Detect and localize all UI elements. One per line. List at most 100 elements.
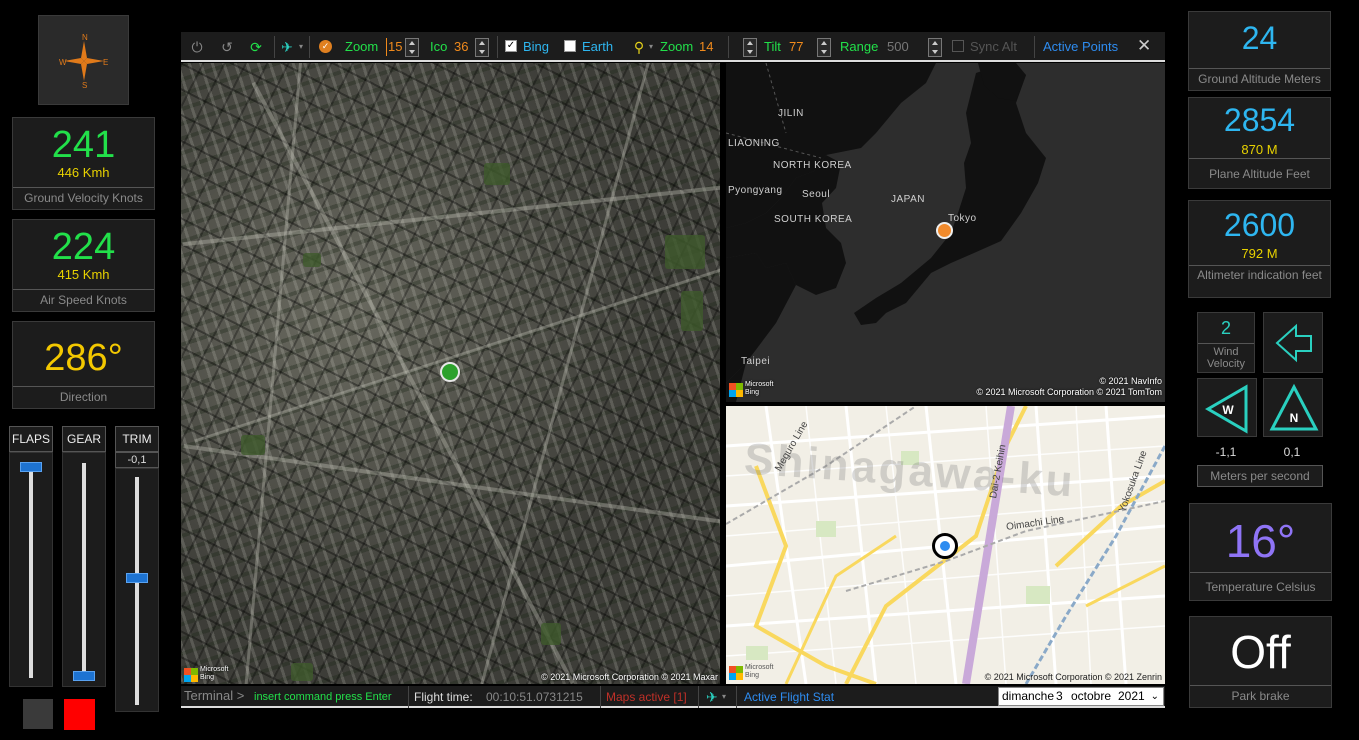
ground-altitude-label: Ground Altitude Meters	[1189, 68, 1330, 90]
ground-velocity-value: 241	[51, 124, 116, 166]
altimeter-value: 2600	[1223, 207, 1296, 243]
flaps-slider[interactable]	[9, 452, 53, 687]
park-brake-label: Park brake	[1190, 685, 1331, 707]
plane-altitude-gauge: 2854 870 M Plane Altitude Feet	[1188, 97, 1331, 189]
temperature-label: Temperature Celsius	[1190, 572, 1331, 600]
power-icon[interactable]: ⏻	[189, 39, 205, 55]
chevron-down-icon[interactable]: ▾	[643, 39, 659, 55]
wind-w-letter: W	[1222, 403, 1234, 417]
trim-label: TRIM	[115, 426, 159, 452]
air-speed-label: Air Speed Knots	[13, 289, 154, 311]
microsoft-logo	[729, 666, 743, 680]
trim-slider[interactable]	[115, 468, 159, 712]
zoom-spinner[interactable]	[405, 38, 419, 57]
zoom-value[interactable]: 15	[386, 38, 402, 56]
tilt-spinner[interactable]	[743, 38, 757, 57]
bing-checkbox[interactable]: ✓	[505, 40, 517, 52]
region-label-jilin: JILIN	[778, 108, 804, 119]
street-logo-text: Microsoft Bing	[745, 664, 774, 679]
trim-thumb[interactable]	[126, 573, 148, 583]
sync-alt-checkbox[interactable]	[952, 40, 964, 52]
current-position-marker[interactable]	[440, 362, 460, 382]
date-day: dimanche	[1002, 689, 1055, 703]
region-label-tokyo: Tokyo	[948, 213, 977, 224]
ico-spinner[interactable]	[475, 38, 489, 57]
air-speed-value: 224	[51, 226, 116, 268]
date-picker[interactable]: dimanche 3 octobre 2021 ⌄	[998, 687, 1164, 706]
wind-w-panel: W	[1197, 378, 1257, 437]
wind-w-arrow-icon: W	[1205, 384, 1248, 434]
check-icon[interactable]: ✓	[319, 40, 332, 53]
chevron-down-icon[interactable]: ⌄	[1151, 688, 1159, 705]
street-copyright: © 2021 Microsoft Corporation © 2021 Zenr…	[984, 672, 1162, 682]
wind-w-value: -1,1	[1215, 445, 1237, 459]
zoom2-value[interactable]: 14	[699, 38, 713, 56]
satellite-map[interactable]: Microsoft Bing © 2021 Microsoft Corporat…	[181, 63, 720, 684]
tilt-label: Tilt	[764, 39, 781, 54]
region-label-pyongyang: Pyongyang	[728, 185, 783, 196]
trim-value: -0,1	[115, 452, 159, 468]
park-brake-gauge[interactable]: Off Park brake	[1189, 616, 1332, 708]
compass-panel: N E S W	[38, 15, 129, 105]
ground-altitude-value: 24	[1241, 20, 1278, 56]
flaps-label: FLAPS	[9, 426, 53, 452]
chevron-down-icon[interactable]: ▾	[293, 39, 309, 55]
wind-direction-panel	[1263, 312, 1323, 373]
wind-velocity-label: Wind Velocity	[1198, 343, 1254, 370]
street-map[interactable]: Shinagawa-ku Meguro Line Dai-2 Keihin Oi…	[726, 406, 1165, 684]
plane-altitude-value: 2854	[1223, 102, 1296, 138]
red-square[interactable]	[64, 699, 95, 730]
terminal-label: Terminal >	[184, 688, 245, 703]
maps-active-status[interactable]: Maps active [1]	[606, 689, 687, 705]
gear-slider[interactable]	[62, 452, 106, 687]
region-copyright-navinfo: © 2021 NavInfo	[1099, 376, 1162, 386]
plane-icon[interactable]: ✈	[706, 689, 718, 705]
tilt-value[interactable]: 77	[789, 38, 803, 56]
ico-value[interactable]: 36	[454, 38, 468, 56]
direction-label: Direction	[13, 386, 154, 408]
flaps-thumb[interactable]	[20, 462, 42, 472]
air-speed-kmh: 415 Kmh	[57, 267, 110, 282]
range-value[interactable]: 500	[887, 38, 909, 56]
meters-per-second-label: Meters per second	[1197, 465, 1323, 487]
air-speed-gauge: 224 415 Kmh Air Speed Knots	[12, 219, 155, 312]
command-input[interactable]: insert command press Enter	[254, 689, 392, 705]
region-copyright: © 2021 Microsoft Corporation © 2021 TomT…	[976, 387, 1162, 397]
earth-label[interactable]: Earth	[582, 38, 613, 56]
compass-n: N	[82, 33, 88, 42]
plane-altitude-label: Plane Altitude Feet	[1189, 158, 1330, 188]
region-label-north-korea: NORTH KOREA	[773, 160, 852, 171]
region-map[interactable]: JILIN LIAONING NORTH KOREA Pyongyang Seo…	[726, 63, 1165, 402]
range-spinner[interactable]	[817, 38, 831, 57]
active-flight-stat-button[interactable]: Active Flight Stat	[744, 689, 834, 705]
flight-time-value: 00:10:51.0731215	[486, 690, 583, 704]
active-points-button[interactable]: Active Points	[1043, 38, 1118, 56]
range-value-spinner[interactable]	[928, 38, 942, 57]
chevron-down-icon[interactable]: ▾	[722, 689, 726, 705]
street-position-marker[interactable]	[932, 533, 958, 559]
close-icon[interactable]: ✕	[1137, 37, 1151, 55]
zoom2-label: Zoom	[660, 39, 694, 54]
reset-icon[interactable]: ↺	[219, 39, 235, 55]
arrow-left-icon	[1275, 323, 1312, 363]
refresh-icon[interactable]: ⟳	[248, 39, 264, 55]
region-position-marker[interactable]	[936, 222, 953, 239]
gear-thumb[interactable]	[73, 671, 95, 681]
zoom-label: Zoom	[345, 39, 379, 54]
compass-s: S	[82, 81, 87, 90]
bing-label[interactable]: Bing	[523, 38, 549, 56]
direction-gauge: 286° Direction	[12, 321, 155, 409]
plane-altitude-meters: 870 M	[1241, 142, 1278, 157]
ground-velocity-kmh: 446 Kmh	[57, 165, 110, 180]
earth-checkbox[interactable]	[564, 40, 576, 52]
date-num: 3	[1056, 689, 1063, 703]
compass-w: W	[59, 58, 67, 67]
gray-square[interactable]	[23, 699, 53, 729]
gear-label: GEAR	[62, 426, 106, 452]
wind-n-arrow-icon: N	[1269, 383, 1319, 431]
status-bar: Terminal > insert command press Enter Fl…	[181, 686, 1165, 708]
sync-alt-label[interactable]: Sync Alt	[970, 38, 1017, 56]
ground-velocity-gauge: 241 446 Kmh Ground Velocity Knots	[12, 117, 155, 210]
region-label-japan: JAPAN	[891, 194, 925, 205]
altimeter-label: Altimeter indication feet	[1189, 265, 1330, 297]
